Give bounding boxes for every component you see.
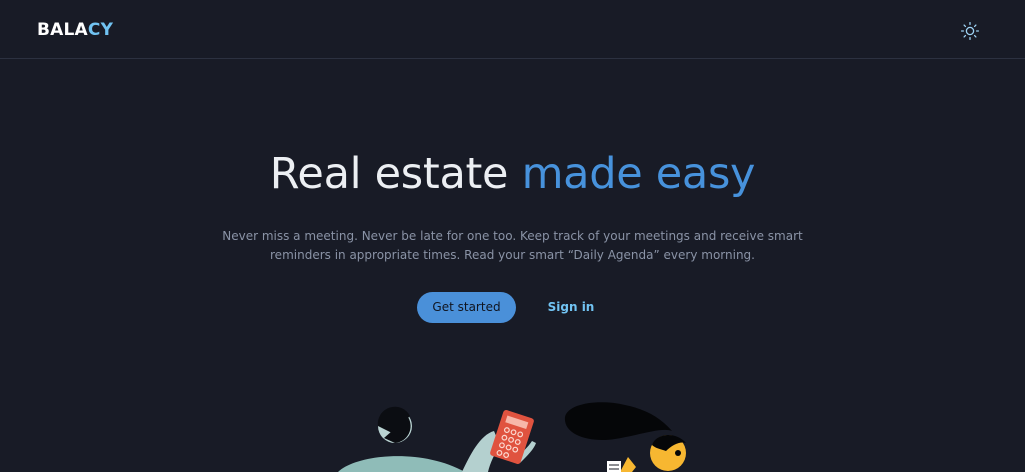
theme-toggle-button[interactable] — [959, 20, 981, 42]
logo-text-primary: BALA — [37, 20, 88, 40]
calculator-illustration — [490, 410, 534, 464]
get-started-button[interactable]: Get started — [417, 292, 516, 323]
person-right-hair — [564, 402, 672, 441]
sign-in-link[interactable]: Sign in — [540, 292, 602, 323]
person-left-head — [377, 406, 412, 443]
sun-icon — [960, 21, 980, 41]
hero-title: Real estate made easy — [0, 146, 1025, 202]
logo-text-accent: CY — [87, 20, 114, 40]
top-navbar: BALACY — [0, 0, 1025, 59]
hero-title-accent: made easy — [521, 149, 756, 199]
landing-page: BALACY Real estate made easy Never miss … — [0, 0, 1025, 472]
person-left-body — [338, 456, 465, 472]
hero-description: Never miss a meeting. Never be late for … — [222, 229, 803, 262]
hero-illustration — [338, 402, 686, 472]
brand-logo[interactable]: BALACY — [37, 20, 113, 40]
hero-title-plain: Real estate — [269, 149, 522, 199]
person-right-head — [650, 434, 686, 471]
